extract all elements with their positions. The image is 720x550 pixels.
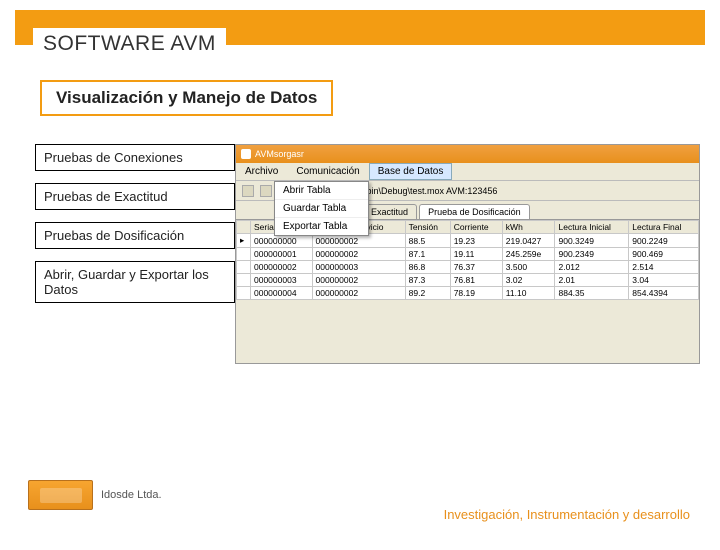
col-corriente[interactable]: Corriente: [450, 221, 502, 234]
col-marker[interactable]: [237, 221, 251, 234]
window-title: AVMsorgasr: [255, 149, 304, 159]
nav-item-conexiones[interactable]: Pruebas de Conexiones: [35, 144, 235, 171]
app-window: AVMsorgasr Archivo Comunicación Base de …: [235, 144, 700, 364]
tagline: Investigación, Instrumentación y desarro…: [444, 507, 690, 522]
dropdown-menu: Abrir Tabla Guardar Tabla Exportar Tabla: [274, 181, 369, 236]
dropdown-exportar-tabla[interactable]: Exportar Tabla: [275, 218, 368, 235]
table-row[interactable]: 00000000200000000386.876.373.5002.0122.5…: [237, 261, 699, 274]
menubar: Archivo Comunicación Base de Datos Abrir…: [236, 163, 699, 181]
col-lectura-inicial[interactable]: Lectura Inicial: [555, 221, 629, 234]
table-row[interactable]: 00000000400000000289.278.1911.10884.3585…: [237, 287, 699, 300]
subtitle-text: Visualización y Manejo de Datos: [56, 88, 317, 107]
app-icon: [241, 149, 251, 159]
nav-item-dosificacion[interactable]: Pruebas de Dosificación: [35, 222, 235, 249]
slide-header: SOFTWARE AVM: [15, 10, 705, 45]
dropdown-guardar-tabla[interactable]: Guardar Tabla: [275, 200, 368, 218]
col-lectura-final[interactable]: Lectura Final: [629, 221, 699, 234]
company-name: Idosde Ltda.: [101, 489, 162, 501]
col-tension[interactable]: Tensión: [405, 221, 450, 234]
footer: Idosde Ltda. Investigación, Instrumentac…: [0, 480, 720, 510]
subtitle-box: Visualización y Manejo de Datos: [40, 80, 333, 116]
toolbar-icon-2[interactable]: [260, 185, 272, 197]
table-row[interactable]: 00000000100000000287.119.11245.259e900.2…: [237, 248, 699, 261]
menu-base-de-datos[interactable]: Base de Datos: [369, 163, 453, 180]
toolbar-icon-1[interactable]: [242, 185, 254, 197]
sidebar: Pruebas de Conexiones Pruebas de Exactit…: [0, 144, 235, 364]
nav-item-exactitud[interactable]: Pruebas de Exactitud: [35, 183, 235, 210]
window-titlebar[interactable]: AVMsorgasr: [236, 145, 699, 163]
table-row[interactable]: 00000000300000000287.376.813.022.013.04: [237, 274, 699, 287]
toolbar-path: \bin\Debug\test.mox AVM:123456: [364, 186, 497, 196]
col-kwh[interactable]: kWh: [502, 221, 555, 234]
menu-archivo[interactable]: Archivo: [236, 163, 287, 180]
menu-comunicacion[interactable]: Comunicación: [287, 163, 368, 180]
logo: [28, 480, 93, 510]
nav-item-abrir-guardar[interactable]: Abrir, Guardar y Exportar los Datos: [35, 261, 235, 303]
grid-body: ▸00000000000000000288.519.23219.0427900.…: [237, 234, 699, 300]
dropdown-abrir-tabla[interactable]: Abrir Tabla: [275, 182, 368, 200]
slide-title: SOFTWARE AVM: [33, 28, 226, 60]
tab-dosificacion[interactable]: Prueba de Dosificación: [419, 204, 530, 219]
